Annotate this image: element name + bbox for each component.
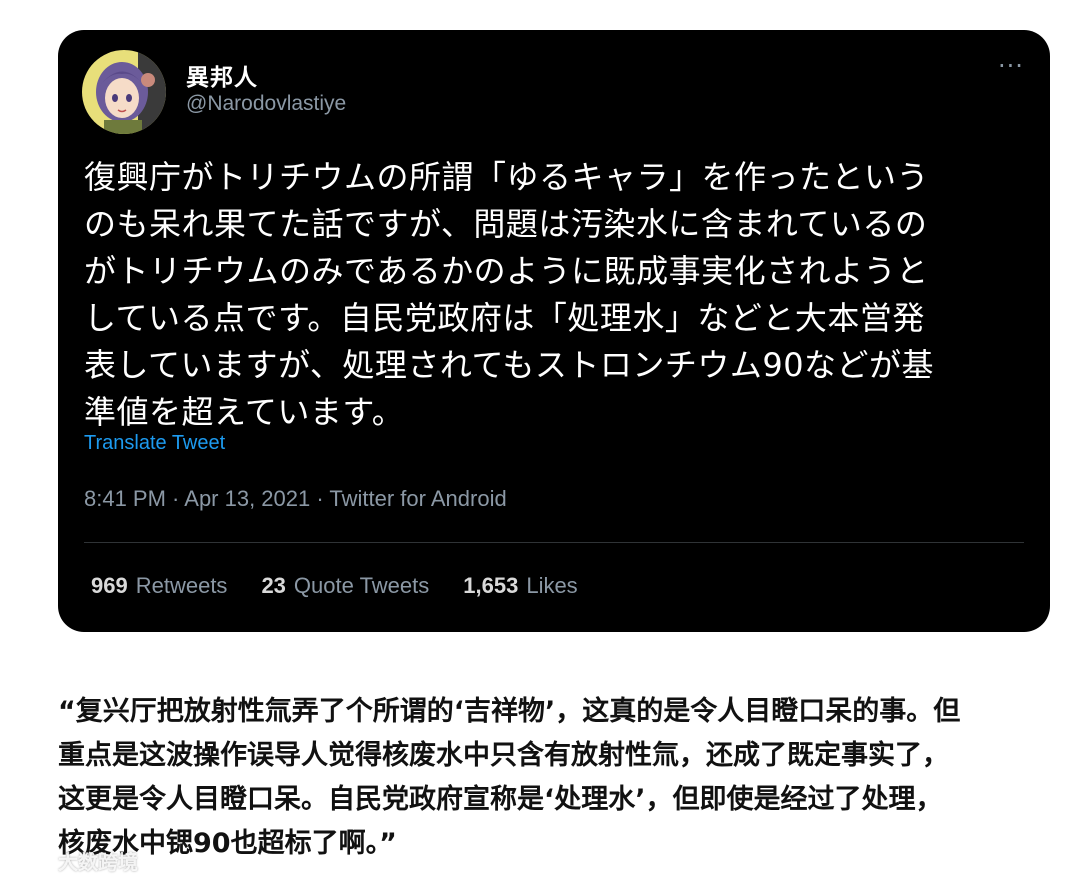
tweet-text: 復興庁がトリチウムの所謂「ゆるキャラ」を作ったという のも呆れ果てた話ですが、問… bbox=[84, 158, 935, 431]
likes-label: Likes bbox=[526, 573, 578, 598]
watermark-text: 大数跨境 bbox=[58, 850, 138, 874]
watermark: 大数跨境 bbox=[8, 846, 138, 875]
tweet-card: 異邦人 @Narodovlastiye ··· 復興庁がトリチウムの所謂「ゆるキ… bbox=[58, 30, 1050, 632]
tweet-timestamp[interactable]: 8:41 PM · Apr 13, 2021 · Twitter for And… bbox=[84, 486, 507, 512]
display-name[interactable]: 異邦人 bbox=[186, 58, 258, 92]
likes-count: 1,653 bbox=[463, 573, 519, 598]
divider bbox=[84, 542, 1024, 543]
avatar[interactable] bbox=[82, 50, 166, 134]
engagement-stats: 969 Retweets 23 Quote Tweets 1,653 Likes bbox=[91, 573, 578, 599]
quote-tweets-stat[interactable]: 23 Quote Tweets bbox=[261, 573, 429, 599]
user-handle[interactable]: @Narodovlastiye bbox=[186, 92, 346, 116]
retweets-count: 969 bbox=[91, 573, 128, 598]
likes-stat[interactable]: 1,653 Likes bbox=[463, 573, 577, 599]
translation-text: “复兴厅把放射性氚弄了个所谓的‘吉祥物’，这真的是令人目瞪口呆的事。但 重点是这… bbox=[58, 696, 961, 859]
quote-tweets-count: 23 bbox=[261, 573, 286, 598]
retweets-stat[interactable]: 969 Retweets bbox=[91, 573, 227, 599]
retweets-label: Retweets bbox=[135, 573, 228, 598]
more-options-icon[interactable]: ··· bbox=[998, 54, 1028, 78]
avatar-image bbox=[82, 50, 166, 134]
quote-tweets-label: Quote Tweets bbox=[293, 573, 430, 598]
watermark-logo-icon bbox=[10, 851, 54, 869]
translate-tweet-link[interactable]: Translate Tweet bbox=[84, 432, 225, 455]
